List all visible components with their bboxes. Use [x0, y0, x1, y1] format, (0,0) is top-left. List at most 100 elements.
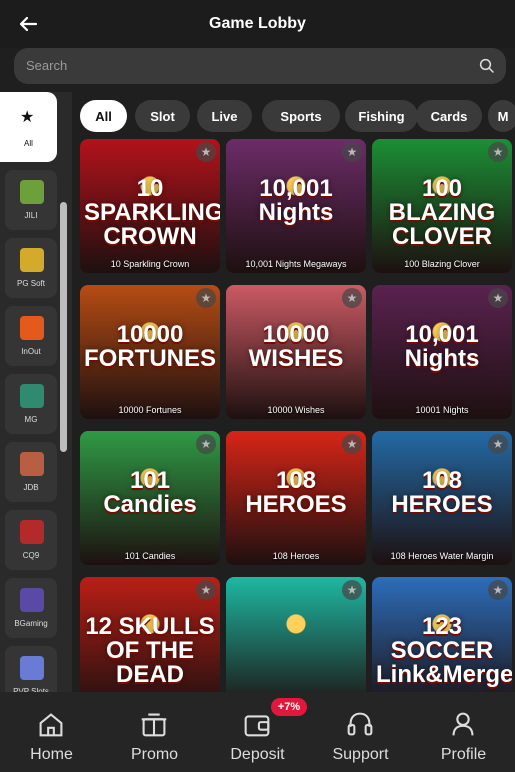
game-card[interactable]: 10000 FORTUNES 10000 Fortunes ★ — [80, 285, 220, 419]
page-title: Game Lobby — [209, 15, 306, 32]
tab-slot[interactable]: Slot — [135, 100, 190, 132]
nav-label: Deposit — [230, 746, 285, 763]
game-card[interactable]: 10,001 Nights 10001 Nights ★ — [372, 285, 512, 419]
sidebar-scrollbar[interactable] — [60, 202, 67, 452]
game-logo-text: 10,001 Nights — [404, 321, 480, 372]
nav-label: Home — [30, 746, 73, 763]
game-logo-text: 10000 WISHES — [248, 321, 344, 372]
game-card[interactable]: Dragon★ — [226, 577, 366, 692]
tab-live[interactable]: Live — [197, 100, 252, 132]
game-logo-text: 123 SOCCER Link&Merge — [376, 613, 512, 688]
favorite-star-icon[interactable]: ★ — [196, 142, 216, 162]
game-title: 10 Sparkling Crown — [110, 259, 190, 269]
nav-profile[interactable]: Profile — [412, 692, 515, 772]
game-title: 101 Candies — [124, 551, 176, 561]
game-title: 108 Heroes Water Margin — [390, 551, 494, 561]
jili-provider-icon — [20, 180, 44, 204]
bottom-navigation: Home Promo Deposit Support Profile — [0, 692, 515, 772]
favorite-star-icon[interactable]: ★ — [342, 288, 362, 308]
sidebar-item-all[interactable]: ★ All — [0, 92, 57, 162]
sidebar-item-label: BGaming — [14, 619, 48, 628]
game-card[interactable]: 123 SOCCER Link&Merge123 Soccer Link&Mer… — [372, 577, 512, 692]
mg-provider-icon — [20, 384, 44, 408]
gift-icon — [141, 713, 167, 737]
tab-cards[interactable]: Cards — [416, 100, 482, 132]
sidebar-item-jili[interactable]: JILI — [5, 170, 57, 230]
sidebar-item-label: JILI — [24, 211, 38, 220]
headset-icon — [347, 712, 373, 736]
inout-provider-icon — [20, 316, 44, 340]
game-card[interactable]: 108 HEROES 108 Heroes ★ — [226, 431, 366, 565]
sidebar-item-bgaming[interactable]: BGaming — [5, 578, 57, 638]
cq9-provider-icon — [20, 520, 44, 544]
game-logo-text: 10000 FORTUNES — [84, 321, 216, 372]
game-card[interactable]: 100 BLAZING CLOVER 100 Blazing Clover ★ — [372, 139, 512, 273]
game-title: 10,001 Nights Megaways — [245, 259, 347, 269]
provider-sidebar[interactable]: ★ All JILI PG Soft InOut MG JDB CQ9 BGaming PVP… — [0, 92, 72, 692]
bgaming-provider-icon — [20, 588, 44, 612]
favorite-star-icon[interactable]: ★ — [342, 434, 362, 454]
sidebar-item-label: JDB — [23, 483, 39, 492]
game-logo-text: 10,001 Nights — [258, 175, 334, 226]
game-card[interactable]: 10,001 Nights 10,001 Nights Megaways ★ — [226, 139, 366, 273]
game-card[interactable]: 12 SKULLS OF THE DEAD12 Skulls of the De… — [80, 577, 220, 692]
game-card[interactable]: 10000 WISHES 10000 Wishes ★ — [226, 285, 366, 419]
search-input[interactable]: Search — [26, 58, 67, 73]
game-title: 100 Blazing Clover — [404, 259, 480, 269]
sidebar-item-pg-soft[interactable]: PG Soft — [5, 238, 57, 298]
jdb-provider-icon — [20, 452, 44, 476]
header: Game Lobby — [0, 0, 515, 48]
nav-label: Support — [332, 746, 389, 763]
tab-all[interactable]: All — [80, 100, 127, 132]
game-logo-text: 10 SPARKLING CROWN — [84, 175, 220, 250]
favorite-star-icon[interactable]: ★ — [196, 580, 216, 600]
sidebar-item-inout[interactable]: InOut — [5, 306, 57, 366]
game-logo-text: 101 Candies — [103, 467, 197, 518]
wallet-icon — [244, 715, 270, 737]
pgsoft-provider-icon — [20, 248, 44, 272]
game-logo-text: 108 HEROES — [245, 467, 347, 518]
sidebar-item-cq9[interactable]: CQ9 — [5, 510, 57, 570]
game-title: 10000 Fortunes — [118, 405, 182, 415]
favorite-star-icon[interactable]: ★ — [196, 434, 216, 454]
nav-promo[interactable]: Promo — [103, 692, 206, 772]
favorite-star-icon[interactable]: ★ — [342, 142, 362, 162]
sidebar-item-label: CQ9 — [22, 551, 40, 560]
nav-support[interactable]: Support — [309, 692, 412, 772]
favorite-star-icon[interactable]: ★ — [196, 288, 216, 308]
favorite-star-icon[interactable]: ★ — [488, 142, 508, 162]
pvpslots-provider-icon — [20, 656, 44, 680]
nav-label: Profile — [440, 746, 487, 763]
user-icon — [452, 712, 474, 736]
sidebar-item-label: PG Soft — [16, 279, 45, 288]
sidebar-item-label: All — [24, 139, 33, 148]
game-logo-text: 100 BLAZING CLOVER — [388, 175, 496, 250]
favorite-star-icon[interactable]: ★ — [488, 580, 508, 600]
category-tabs: All Slot Live Sports Fishing Cards M — [80, 100, 515, 132]
tab-sports[interactable]: Sports — [262, 100, 340, 132]
game-card[interactable]: 108 HEROES 108 Heroes Water Margin ★ — [372, 431, 512, 565]
game-card[interactable]: 101 Candies 101 Candies ★ — [80, 431, 220, 565]
tab-fishing[interactable]: Fishing — [345, 100, 418, 132]
game-logo-text: 108 HEROES — [391, 467, 493, 518]
search-bar[interactable]: Search — [14, 48, 506, 84]
favorite-star-icon[interactable]: ★ — [342, 580, 362, 600]
game-card[interactable]: 10 SPARKLING CROWN 10 Sparkling Crown ★ — [80, 139, 220, 273]
game-title: 10000 Wishes — [267, 405, 325, 415]
sidebar-item-pvp-slots[interactable]: PVP Slots — [5, 646, 57, 692]
home-icon — [39, 713, 63, 737]
game-logo-text: 12 SKULLS OF THE DEAD — [85, 613, 215, 688]
nav-home[interactable]: Home — [0, 692, 103, 772]
nav-label: Promo — [130, 746, 179, 763]
tab-m[interactable]: M — [488, 100, 515, 132]
search-icon[interactable] — [478, 57, 496, 75]
game-grid: 10 SPARKLING CROWN 10 Sparkling Crown ★ 10,… — [80, 139, 515, 692]
sidebar-item-label: MG — [24, 415, 38, 424]
sidebar-item-mg[interactable]: MG — [5, 374, 57, 434]
favorite-star-icon[interactable]: ★ — [488, 288, 508, 308]
game-title: 108 Heroes — [272, 551, 320, 561]
sidebar-item-jdb[interactable]: JDB — [5, 442, 57, 502]
sidebar-item-label: InOut — [21, 347, 41, 356]
deposit-bonus-badge: +7% — [271, 698, 307, 716]
favorite-star-icon[interactable]: ★ — [488, 434, 508, 454]
